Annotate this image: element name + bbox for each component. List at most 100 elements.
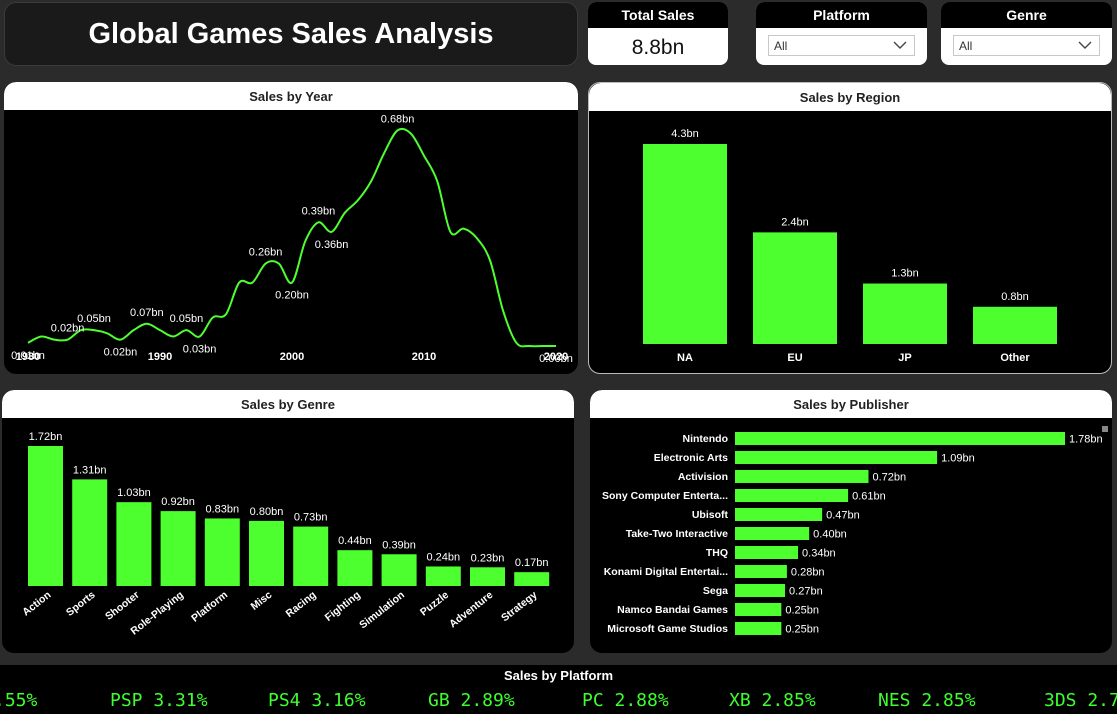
sales-by-year-title: Sales by Year [4, 82, 578, 110]
bar [735, 622, 782, 635]
data-label: 0.20bn [275, 290, 309, 302]
bar [735, 432, 1065, 445]
bar [293, 526, 329, 586]
data-label: 4.3bn [671, 128, 699, 140]
data-label: 0.36bn [315, 239, 349, 251]
data-label: 0.47bn [826, 510, 860, 522]
genre-dropdown-value: All [959, 38, 973, 53]
bar [735, 451, 938, 464]
data-label: 0.26bn [249, 247, 283, 259]
bar [116, 502, 152, 586]
sales-by-genre-panel[interactable]: Sales by Genre 1.72bn Action 1.31bn Sports 1… [2, 390, 574, 653]
category-label: Microsoft Game Studios [607, 623, 728, 635]
data-label: 0.80bn [250, 506, 284, 518]
category-label: Sony Computer Enterta... [602, 490, 728, 502]
platform-slicer: Platform All [756, 2, 927, 65]
platform-share-item: PC 2.88% [582, 690, 669, 711]
bar [735, 603, 782, 616]
ticker-title: Sales by Platform [503, 668, 614, 683]
category-label: Nintendo [683, 433, 729, 445]
data-label: 0.05bn [170, 313, 204, 325]
data-label: 0.44bn [338, 535, 372, 547]
scrollbar[interactable] [1102, 426, 1108, 432]
bar [973, 306, 1057, 344]
platform-share-item: PSP 3.31% [110, 690, 208, 711]
bar [72, 479, 108, 586]
data-label: 0.07bn [130, 307, 164, 319]
category-label: THQ [706, 547, 728, 559]
data-label: 0.03bn [183, 343, 217, 355]
platform-dropdown-value: All [774, 38, 788, 53]
data-label: 0.39bn [302, 205, 336, 217]
sales-by-publisher-panel[interactable]: Sales by Publisher Nintendo 1.78bn Electro… [590, 390, 1112, 653]
platform-slicer-label: Platform [756, 2, 927, 28]
platform-dropdown[interactable]: All [768, 35, 915, 56]
chevron-down-icon [1078, 41, 1092, 49]
category-label: Shooter [103, 589, 142, 623]
bar [425, 566, 461, 586]
data-label: 0.83bn [205, 503, 239, 515]
bar [204, 518, 240, 586]
sales-by-year-panel[interactable]: Sales by Year 0.01bn 0.02bn 0.05bn 0.02bn 0.… [4, 82, 578, 374]
data-label: 0.25bn [785, 605, 819, 617]
data-label: 2.4bn [781, 216, 809, 228]
bar [753, 232, 837, 344]
bar [735, 470, 869, 483]
bar [514, 572, 550, 586]
bar [643, 144, 727, 344]
category-label: Action [20, 589, 53, 619]
data-label: 0.23bn [471, 552, 505, 564]
data-label: 0.72bn [872, 472, 906, 484]
data-label: 0.8bn [1001, 291, 1029, 303]
sales-by-region-panel[interactable]: Sales by Region 4.3bn NA 2.4bn EU 1.3bn JP 0.8… [588, 82, 1112, 374]
data-label: 0.02bn [104, 347, 138, 359]
sales-by-platform-ticker: Sales by Platform .55% PSP 3.31% PS4 3.16%… [0, 665, 1117, 714]
category-label: Electronic Arts [654, 452, 728, 464]
bar [470, 567, 505, 586]
sales-by-year-chart[interactable]: 0.01bn0.02bn0.05bn0.02bn0.07bn0.05bn0.03… [4, 110, 578, 374]
sales-by-region-chart[interactable]: 4.3bn NA 2.4bn EU 1.3bn JP 0.8bn Other [589, 111, 1111, 373]
data-label: 1.09bn [941, 453, 975, 465]
data-label: 0.28bn [791, 567, 825, 579]
category-label: Fighting [323, 589, 363, 624]
bar [28, 446, 63, 586]
x-tick-label: 2000 [280, 351, 304, 363]
data-label: 1.3bn [891, 268, 919, 280]
genre-slicer: Genre All [941, 2, 1112, 65]
platform-share-item: GB 2.89% [428, 690, 515, 711]
x-tick-label: 2010 [412, 351, 436, 363]
category-label: Simulation [357, 589, 407, 631]
platform-share-item: NES 2.85% [878, 690, 976, 711]
bar [249, 520, 284, 586]
data-label: 0.73bn [294, 512, 328, 524]
data-label: 1.03bn [117, 487, 151, 499]
bar [735, 489, 849, 502]
category-label: Konami Digital Entertai... [604, 566, 728, 578]
bar [735, 527, 810, 540]
chevron-down-icon [893, 41, 907, 49]
data-label: 0.17bn [515, 557, 549, 569]
platform-share-item: .55% [0, 690, 38, 711]
data-label: 1.72bn [29, 431, 63, 443]
x-tick-label: 2020 [544, 351, 568, 363]
data-label: 0.34bn [802, 548, 836, 560]
data-label: 0.05bn [77, 313, 111, 325]
data-label: 0.61bn [852, 491, 886, 503]
category-label: EU [787, 352, 802, 364]
x-tick-label: 1990 [148, 351, 172, 363]
platform-share-item: XB 2.85% [729, 690, 816, 711]
category-label: Racing [284, 589, 319, 620]
bar [735, 584, 786, 597]
sales-by-publisher-chart[interactable]: Nintendo 1.78bn Electronic Arts 1.09bn Activ… [590, 418, 1112, 653]
category-label: NA [677, 352, 693, 364]
data-label: 0.39bn [382, 539, 416, 551]
category-label: Other [1000, 352, 1030, 364]
bar [381, 554, 417, 586]
data-label: 1.78bn [1069, 434, 1103, 446]
bar [735, 508, 823, 521]
sales-by-genre-chart[interactable]: 1.72bn Action 1.31bn Sports 1.03bn Shooter 0.9… [2, 418, 574, 653]
bar [337, 550, 373, 586]
data-label: 0.24bn [426, 551, 460, 563]
category-label: Puzzle [418, 589, 451, 619]
genre-dropdown[interactable]: All [953, 35, 1100, 56]
